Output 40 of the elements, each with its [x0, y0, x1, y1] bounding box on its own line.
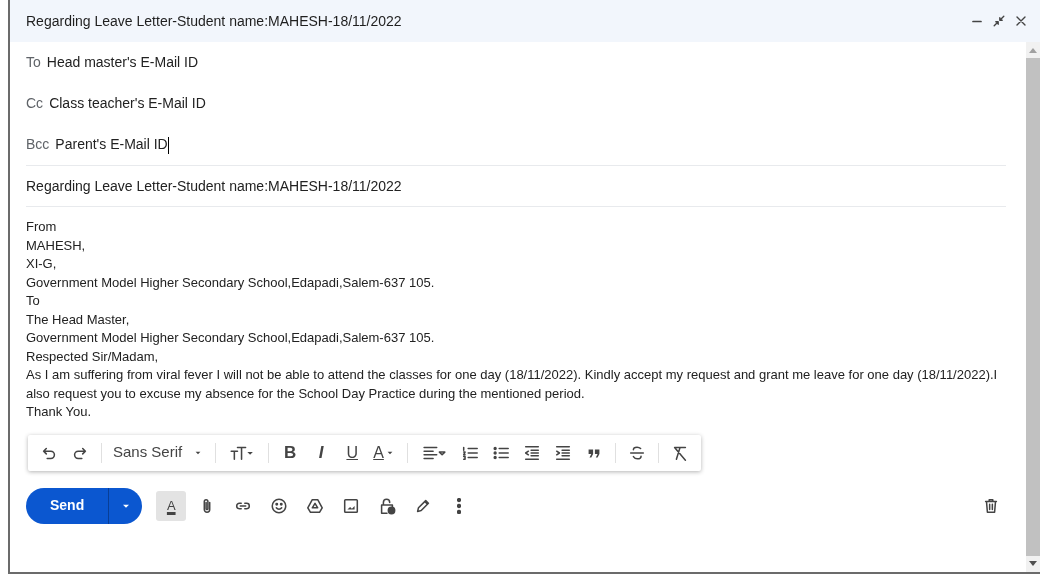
field-label: To [26, 53, 41, 72]
triangle-icon [306, 496, 325, 515]
body-text: Thank You. [26, 403, 93, 421]
underline-button[interactable]: U [339, 438, 366, 467]
body-text: MAHESH, [26, 236, 87, 255]
minimize-icon [972, 19, 982, 23]
scroll-down-icon[interactable] [1029, 561, 1037, 567]
recipient-field[interactable]: Class teacher's E-Mail ID [49, 93, 206, 114]
font-dropdown[interactable]: Sans Serif [110, 438, 208, 467]
body-text: Government Model Higher Secondary School,Edapadi,Salem-637 105. [26, 329, 436, 347]
body-text: Government Model Higher Secondary School,Edapadi,Salem-637 105. [26, 273, 436, 292]
subject-field[interactable]: Regarding Leave Letter-Student name:MAHESH-18/11/2022 [26, 175, 402, 197]
send-options-button[interactable] [108, 487, 143, 524]
italic-button[interactable]: I [308, 438, 335, 467]
scrollbar[interactable] [1026, 42, 1040, 572]
body-text: The Head Master, [26, 310, 131, 329]
image-icon [342, 496, 361, 515]
body-text: To [26, 292, 41, 310]
body-text: From [26, 218, 58, 236]
more-icon [457, 497, 462, 514]
body-text: XI-G, [26, 255, 58, 273]
window-title: Regarding Leave Letter-Student name:MAHESH-18/11/2022 [26, 11, 403, 31]
lock-clock-icon [378, 496, 397, 515]
trash-icon [982, 496, 1000, 515]
recipient-field[interactable]: Head master's E-Mail ID [46, 52, 199, 73]
text-color-button[interactable]: A [370, 438, 399, 467]
exit-fullscreen-icon [991, 13, 1007, 29]
indent-more-icon [553, 443, 572, 462]
recipient-field[interactable]: Parent's E-Mail ID [55, 134, 169, 155]
indent-less-icon [522, 443, 541, 462]
send-button[interactable]: Send [26, 487, 109, 524]
body-text: Respected Sir/Madam, [26, 347, 160, 366]
bold-button[interactable]: B [277, 438, 304, 467]
strikethrough-icon [627, 443, 646, 462]
text-cursor [167, 136, 169, 154]
body-text: As I am suffering from viral fever I will not be able to attend the classes for one day (18/11/2022). Kindly accept my request and grant me leave for one day (18/11/2022).I also request you to excuse my absence for the School Day Practice during the mentioned period. [26, 366, 999, 403]
field-label: Cc [26, 94, 44, 113]
formatting-options-button[interactable]: A [156, 490, 187, 521]
smiley-icon [270, 496, 289, 515]
field-label: Bcc [26, 135, 50, 154]
